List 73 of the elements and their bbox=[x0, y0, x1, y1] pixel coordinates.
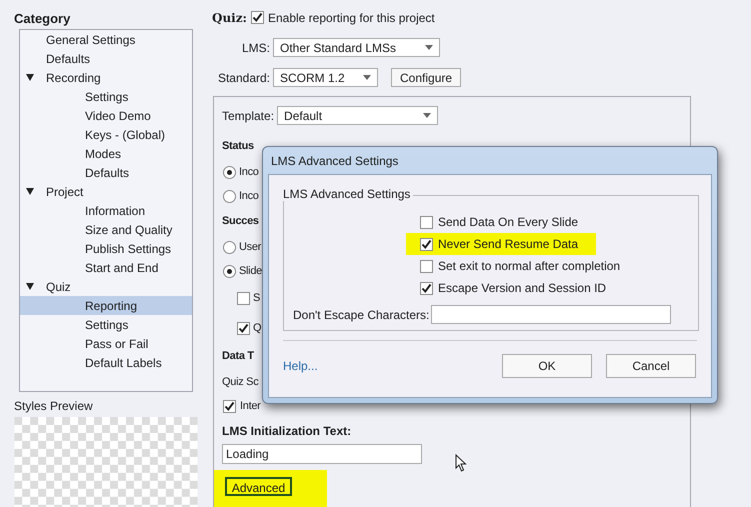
option-label: Escape Version and Session ID bbox=[438, 280, 606, 297]
tree-item[interactable]: Information bbox=[20, 201, 192, 220]
tree-item[interactable]: Start and End bbox=[20, 258, 192, 277]
configure-button[interactable]: Configure bbox=[391, 68, 462, 87]
help-link[interactable]: Help... bbox=[283, 357, 318, 375]
category-heading: Category bbox=[14, 10, 72, 27]
checkbox[interactable] bbox=[420, 238, 433, 250]
checkbox[interactable] bbox=[250, 11, 264, 24]
dropdown-arrow-icon bbox=[423, 113, 432, 118]
radio-button[interactable] bbox=[223, 190, 236, 202]
lms-label: LMS: bbox=[240, 40, 271, 56]
radio-button[interactable] bbox=[223, 166, 236, 178]
template-dropdown[interactable]: Default bbox=[277, 106, 438, 125]
tree-item[interactable]: Default Labels bbox=[20, 353, 192, 372]
checkbox-label: Inter bbox=[240, 398, 261, 414]
radio-button[interactable] bbox=[223, 240, 236, 254]
advanced-button[interactable]: Advanced bbox=[225, 477, 292, 496]
radio-label: User bbox=[239, 240, 262, 255]
checkbox[interactable] bbox=[237, 292, 250, 304]
styles-preview-label: Styles Preview bbox=[14, 399, 94, 414]
checkbox[interactable] bbox=[420, 260, 433, 272]
tree-item[interactable]: Publish Settings bbox=[20, 239, 192, 258]
dialog-button[interactable]: Cancel bbox=[606, 354, 696, 378]
tree-item[interactable]: Size and Quality bbox=[20, 220, 192, 239]
section-heading: Succes bbox=[222, 214, 259, 230]
tree-item[interactable]: Defaults bbox=[20, 163, 192, 182]
dropdown-arrow-icon bbox=[425, 45, 433, 50]
checkbox[interactable] bbox=[420, 216, 433, 228]
option-label: Send Data On Every Slide bbox=[438, 214, 578, 231]
template-label: Template: bbox=[222, 108, 276, 124]
tree-item[interactable]: Project bbox=[20, 182, 192, 201]
mouse-pointer-icon bbox=[455, 454, 467, 472]
group-title: LMS Advanced Settings bbox=[283, 187, 414, 201]
tree-item[interactable]: Video Demo bbox=[20, 106, 192, 125]
checkbox-label: Q bbox=[253, 320, 262, 336]
tree-item[interactable]: Reporting bbox=[20, 296, 192, 315]
enable-reporting-label: Enable reporting for this project bbox=[268, 10, 435, 26]
option-label: Never Send Resume Data bbox=[438, 236, 578, 253]
option-label: Set exit to normal after completion bbox=[438, 258, 620, 275]
checkbox[interactable] bbox=[223, 400, 236, 412]
dialog-button[interactable]: OK bbox=[502, 354, 592, 378]
checkbox-label: S bbox=[253, 290, 260, 306]
quiz-label: Quiz: bbox=[212, 10, 247, 26]
lms-dropdown[interactable]: Other Standard LMSs bbox=[273, 38, 440, 57]
expanded-triangle-icon[interactable] bbox=[26, 283, 34, 290]
tree-item[interactable]: General Settings bbox=[20, 30, 192, 49]
escape-characters-field[interactable] bbox=[431, 305, 672, 324]
escape-characters-label: Don't Escape Characters: bbox=[293, 306, 430, 324]
expanded-triangle-icon[interactable] bbox=[26, 188, 34, 195]
tree-item[interactable]: Modes bbox=[20, 144, 192, 163]
checkbox[interactable] bbox=[420, 282, 433, 294]
radio-label: Inco bbox=[239, 164, 259, 180]
init-text-label: LMS Initialization Text: bbox=[222, 423, 352, 440]
tree-item[interactable]: Keys - (Global) bbox=[20, 125, 192, 144]
option-label: Quiz Sc bbox=[222, 374, 258, 390]
dialog-title: LMS Advanced Settings bbox=[271, 152, 398, 170]
standard-dropdown[interactable]: SCORM 1.2 bbox=[273, 68, 378, 87]
section-heading: Status bbox=[222, 139, 254, 154]
dropdown-arrow-icon bbox=[363, 75, 371, 80]
standard-label: Standard: bbox=[216, 70, 271, 86]
tree-item[interactable]: Pass or Fail bbox=[20, 334, 192, 353]
section-heading: Data T bbox=[222, 349, 254, 364]
radio-label: Inco bbox=[239, 188, 259, 204]
expanded-triangle-icon[interactable] bbox=[26, 74, 34, 81]
tree-item[interactable]: Settings bbox=[20, 315, 192, 334]
init-text-field[interactable]: Loading bbox=[222, 444, 422, 464]
tree-item[interactable]: Defaults bbox=[20, 49, 192, 68]
radio-label: Slide bbox=[239, 264, 262, 279]
tree-item[interactable]: Recording bbox=[20, 68, 192, 87]
checkbox[interactable] bbox=[237, 322, 250, 334]
radio-button[interactable] bbox=[223, 264, 236, 278]
tree-item[interactable]: Quiz bbox=[20, 277, 192, 296]
tree-item[interactable]: Settings bbox=[20, 87, 192, 106]
